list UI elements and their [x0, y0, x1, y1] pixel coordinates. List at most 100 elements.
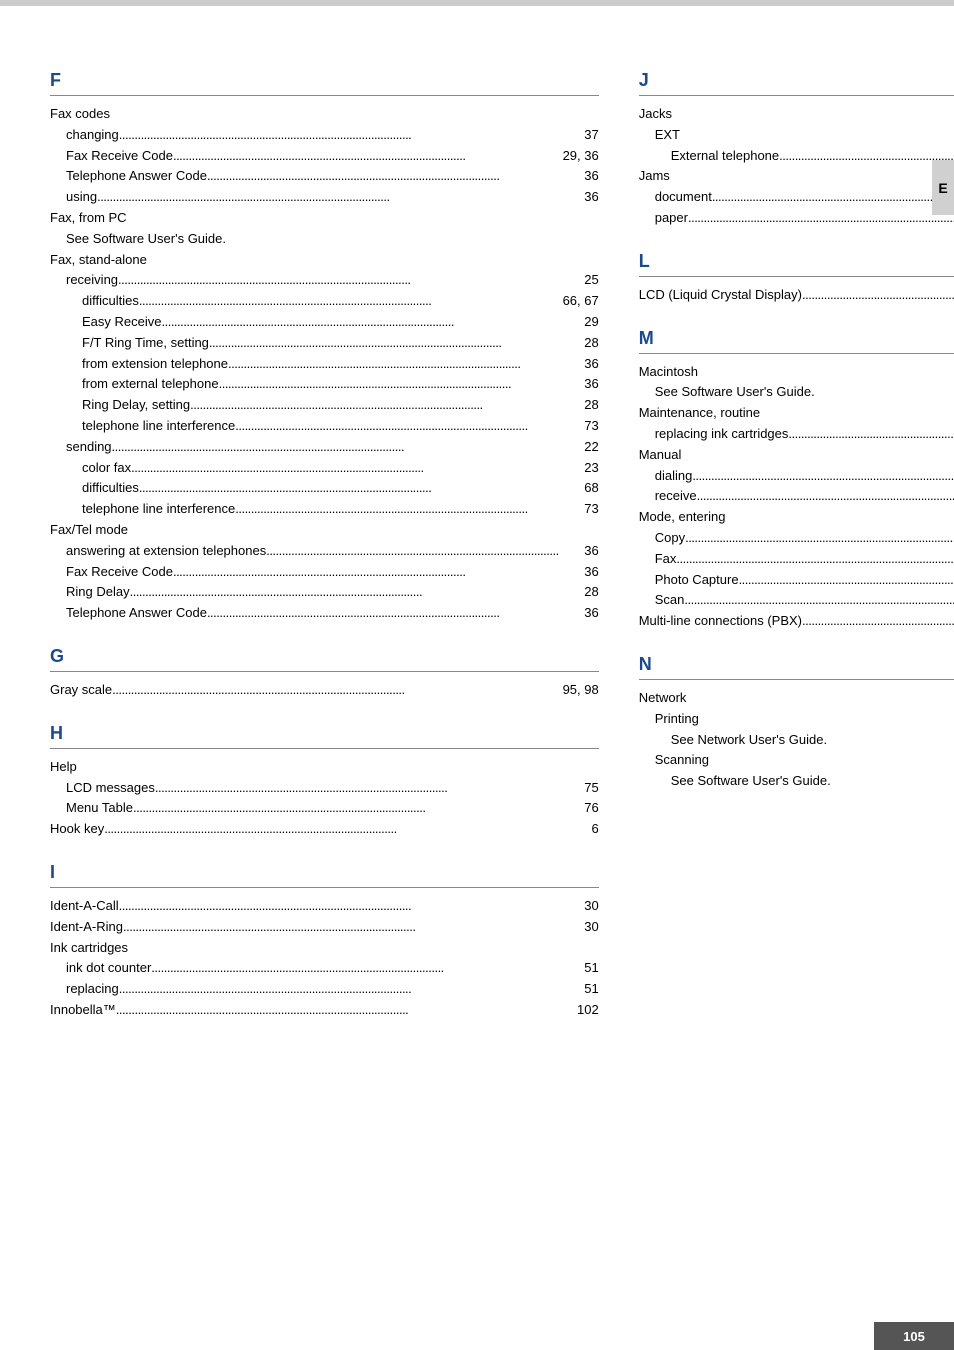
entry-page: 73 [559, 499, 599, 520]
entry-dots: ........................................… [116, 1000, 559, 1021]
index-entry: Gray scale .............................… [50, 680, 599, 701]
entry-page: 6 [559, 819, 599, 840]
entry-text: Scanning [655, 750, 709, 771]
entry-dots: ........................................… [235, 416, 558, 437]
section-g: GGray scale ............................… [50, 646, 599, 701]
entry-text: color fax [82, 458, 131, 479]
entry-page: 25 [559, 270, 599, 291]
entry-dots: ........................................… [112, 680, 559, 701]
entry-text: document [655, 187, 712, 208]
entry-text: Fax Receive Code [66, 562, 173, 583]
entry-dots: ........................................… [104, 819, 559, 840]
entry-text: LCD messages [66, 778, 155, 799]
entry-text: Fax Receive Code [66, 146, 173, 167]
entry-dots: ........................................… [151, 958, 558, 979]
section-header-i: I [50, 862, 599, 888]
index-entry: Fax/Tel mode [50, 520, 599, 541]
entry-text: See Software User's Guide. [655, 382, 815, 403]
entry-text: F/T Ring Time, setting [82, 333, 209, 354]
index-entry: Fax Receive Code .......................… [50, 562, 599, 583]
entry-text: See Software User's Guide. [671, 771, 831, 792]
entry-text: See Network User's Guide. [671, 730, 827, 751]
index-entry: Menu Table .............................… [50, 798, 599, 819]
index-entry: receiving ..............................… [50, 270, 599, 291]
section-header-f: F [50, 70, 599, 96]
entry-dots: ........................................… [139, 478, 559, 499]
entry-text: Telephone Answer Code [66, 603, 207, 624]
index-entry: Fax Receive Code .......................… [50, 146, 599, 167]
index-entry: replacing ink cartridges ...............… [639, 424, 954, 445]
entry-text: Network [639, 688, 687, 709]
index-entry: See Software User's Guide. [639, 382, 954, 403]
entry-dots: ........................................… [118, 270, 559, 291]
index-entry: Scan ...................................… [639, 590, 954, 611]
side-tab: E [932, 160, 954, 215]
index-entry: Ink cartridges [50, 938, 599, 959]
side-tab-label: E [938, 180, 947, 196]
index-entry: color fax ..............................… [50, 458, 599, 479]
index-entry: Multi-line connections (PBX) ...........… [639, 611, 954, 632]
entry-page: 95, 98 [559, 680, 599, 701]
entry-text: from external telephone [82, 374, 219, 395]
index-entry: Fax codes [50, 104, 599, 125]
entry-page: 36 [559, 374, 599, 395]
entry-page: 36 [559, 354, 599, 375]
entry-text: replacing ink cartridges [655, 424, 789, 445]
entry-text: LCD (Liquid Crystal Display) [639, 285, 802, 306]
section-n: NNetworkPrintingSee Network User's Guide… [639, 654, 954, 792]
section-header-l: L [639, 251, 954, 277]
entry-text: Menu Table [66, 798, 133, 819]
entry-text: difficulties [82, 478, 139, 499]
entry-text: from extension telephone [82, 354, 228, 375]
entry-dots: ........................................… [692, 466, 954, 487]
index-entry: See Software User's Guide. [639, 771, 954, 792]
entry-page: 28 [559, 395, 599, 416]
index-entry: changing ...............................… [50, 125, 599, 146]
entry-text: Multi-line connections (PBX) [639, 611, 802, 632]
entry-text: Ring Delay [66, 582, 130, 603]
index-entry: Printing [639, 709, 954, 730]
entry-dots: ........................................… [228, 354, 559, 375]
entry-text: Maintenance, routine [639, 403, 760, 424]
entry-dots: ........................................… [684, 590, 954, 611]
entry-page: 30 [559, 896, 599, 917]
section-header-h: H [50, 723, 599, 749]
entry-page: 36 [559, 541, 599, 562]
section-header-m: M [639, 328, 954, 354]
entry-page: 66, 67 [559, 291, 599, 312]
entry-dots: ........................................… [802, 285, 954, 306]
index-entry: Ring Delay .............................… [50, 582, 599, 603]
index-entry: telephone line interference ............… [50, 499, 599, 520]
entry-dots: ........................................… [130, 582, 559, 603]
entry-text: paper [655, 208, 688, 229]
entry-page: 22 [559, 437, 599, 458]
entry-dots: ........................................… [119, 896, 559, 917]
index-entry: dialing ................................… [639, 466, 954, 487]
entry-text: Jacks [639, 104, 672, 125]
entry-text: Scan [655, 590, 685, 611]
entry-dots: ........................................… [209, 333, 559, 354]
entry-dots: ........................................… [139, 291, 559, 312]
section-i: IIdent-A-Call ..........................… [50, 862, 599, 1021]
entry-dots: ........................................… [266, 541, 559, 562]
entry-dots: ........................................… [119, 979, 559, 1000]
entry-dots: ........................................… [685, 528, 954, 549]
entry-text: Fax, stand-alone [50, 250, 147, 271]
entry-page: 28 [559, 582, 599, 603]
index-entry: answering at extension telephones ......… [50, 541, 599, 562]
entry-dots: ........................................… [779, 146, 954, 167]
entry-text: Telephone Answer Code [66, 166, 207, 187]
page-number-bar: 105 [874, 1322, 954, 1350]
entry-dots: ........................................… [712, 187, 954, 208]
entry-page: 102 [559, 1000, 599, 1021]
index-entry: Macintosh [639, 362, 954, 383]
entry-dots: ........................................… [133, 798, 559, 819]
entry-page: 30 [559, 917, 599, 938]
index-entry: paper ..................................… [639, 208, 954, 229]
entry-text: Ink cartridges [50, 938, 128, 959]
index-entry: ink dot counter ........................… [50, 958, 599, 979]
entry-page: 23 [559, 458, 599, 479]
index-entry: Copy ...................................… [639, 528, 954, 549]
entry-dots: ........................................… [131, 458, 559, 479]
index-entry: replacing ..............................… [50, 979, 599, 1000]
